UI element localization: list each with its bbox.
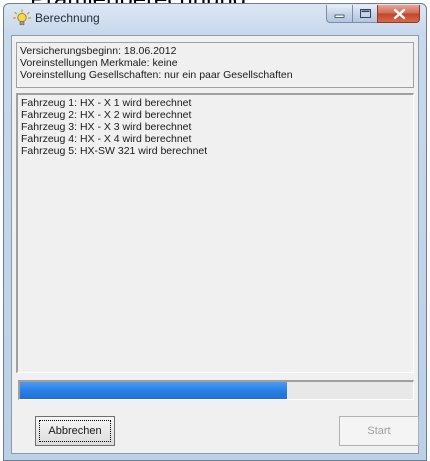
dialog-window: Berechnung Versicherungsbeginn: 18.06.20… [3,3,427,461]
info-line-companies: Voreinstellung Gesellschaften: nur ein p… [20,69,293,81]
log-line: Fahrzeug 2: HX - X 2 wird berechnet [21,109,192,121]
close-button[interactable] [377,5,420,23]
log-line: Fahrzeug 5: HX-SW 321 wird berechnet [21,145,208,157]
window-title: Berechnung [35,11,100,25]
log-line: Fahrzeug 4: HX - X 4 wird berechnet [21,133,192,145]
lightbulb-icon [13,9,31,27]
page: Prämienberechnung: Berechnung [0,0,430,461]
maximize-button[interactable] [352,5,377,23]
dialog-client-area: Versicherungsbeginn: 18.06.2012 Voreinst… [11,35,419,454]
progress-bar-fill [20,382,288,399]
close-icon [393,8,406,20]
log-line: Fahrzeug 1: HX - X 1 wird berechnet [21,97,192,109]
calculation-log[interactable]: Fahrzeug 1: HX - X 1 wird berechnet Fahr… [16,93,414,373]
maximize-icon [360,9,371,18]
cancel-button[interactable]: Abbrechen [35,416,115,446]
title-bar[interactable]: Berechnung [4,4,426,34]
log-line: Fahrzeug 3: HX - X 3 wird berechnet [21,121,192,133]
info-line-features: Voreinstellungen Merkmale: keine [20,57,178,69]
window-controls [326,5,420,23]
info-line-start-date: Versicherungsbeginn: 18.06.2012 [20,45,177,57]
settings-info-box: Versicherungsbeginn: 18.06.2012 Voreinst… [16,42,414,88]
minimize-icon [334,14,345,18]
minimize-button[interactable] [326,5,352,23]
start-button[interactable]: Start [339,416,419,446]
progress-bar [18,380,414,400]
